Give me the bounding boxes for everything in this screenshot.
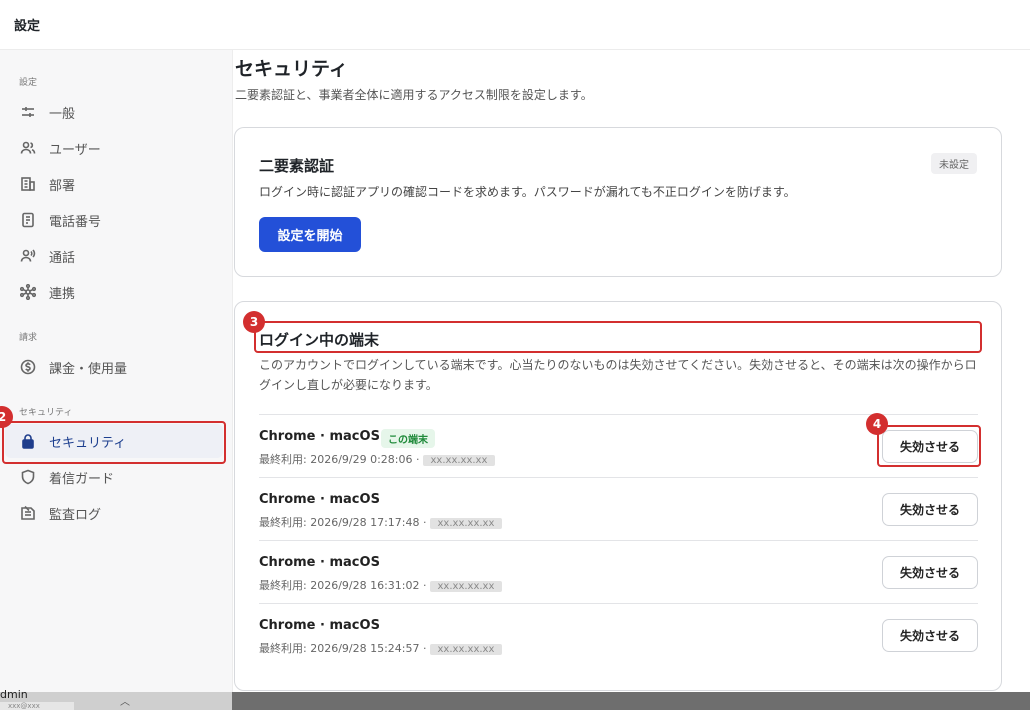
revoke-device-button[interactable]: 失効させる (882, 619, 978, 652)
sidebar-item-label: 監査ログ (49, 507, 102, 523)
device-last-used: 最終利用: 2026/9/28 15:24:57 · xx.xx.xx.xx (259, 640, 503, 656)
revoke-device-button[interactable]: 失効させる (882, 493, 978, 526)
ip-address: xx.xx.xx.xx (429, 518, 503, 529)
device-last-used: 最終利用: 2026/9/28 16:31:02 · xx.xx.xx.xx (259, 577, 503, 593)
ip-address: xx.xx.xx.xx (429, 644, 503, 655)
sidebar-section-billing: 請求 (19, 333, 38, 343)
device-row: Chrome · macOS 最終利用: 2026/9/28 15:24:57 … (259, 603, 978, 666)
device-row: Chrome · macOS 最終利用: 2026/9/28 17:17:48 … (259, 477, 978, 540)
step-marker: 4 (866, 413, 888, 435)
sidebar-item-departments[interactable]: 部署 (5, 167, 223, 201)
chevron-up-icon: ︿ (120, 697, 130, 708)
sidebar-item-audit-log[interactable]: 監査ログ (5, 496, 223, 530)
sidebar-item-label: 課金・使用量 (49, 361, 128, 377)
users-icon (19, 139, 37, 157)
bottom-strip: dmin xxx@xxx ︿ (0, 688, 1030, 710)
sidebar-item-label: 着信ガード (49, 471, 115, 487)
integration-icon (19, 283, 37, 301)
page-subtitle: 二要素認証と、事業者全体に適用するアクセス制限を設定します。 (235, 88, 593, 102)
sidebar-item-integrations[interactable]: 連携 (5, 275, 223, 309)
top-bar: 設定 (0, 0, 1030, 50)
device-row: Chrome · macOS 最終利用: 2026/9/28 16:31:02 … (259, 540, 978, 603)
sidebar-item-users[interactable]: ユーザー (5, 131, 223, 165)
building-icon (19, 175, 37, 193)
shield-icon (19, 468, 37, 486)
sidebar-item-label: 部署 (49, 178, 76, 194)
logged-in-devices-card: ログイン中の端末 このアカウントでログインしている端末です。心当たりのないものは… (234, 301, 1002, 691)
call-voice-icon (19, 247, 37, 265)
sidebar-item-billing-usage[interactable]: 課金・使用量 (5, 350, 223, 384)
phone-list-icon (19, 211, 37, 229)
page-title: セキュリティ (235, 58, 348, 80)
current-device-badge: この端末 (381, 429, 435, 448)
sidebar-item-phone-numbers[interactable]: 電話番号 (5, 203, 223, 237)
sidebar: 設定 一般 ユーザー 部署 電話番号 通話 連携 請求 課金・使用量 セキュリテ… (0, 50, 233, 692)
sliders-icon (19, 103, 37, 121)
two-factor-title: 二要素認証 (259, 157, 335, 175)
device-name: Chrome · macOS (259, 618, 380, 633)
sidebar-item-label: 一般 (49, 106, 76, 122)
sidebar-item-call-guard[interactable]: 着信ガード (5, 460, 223, 494)
revoke-device-button[interactable]: 失効させる (882, 430, 978, 463)
user-name: dmin (0, 688, 28, 701)
two-factor-card: 二要素認証 未設定 ログイン時に認証アプリの確認コードを求めます。パスワードが漏… (234, 127, 1002, 277)
main-content: セキュリティ 二要素認証と、事業者全体に適用するアクセス制限を設定します。 二要… (234, 50, 1030, 692)
sidebar-item-label: 連携 (49, 286, 76, 302)
header-title: 設定 (14, 19, 41, 34)
status-badge: 未設定 (931, 153, 977, 174)
device-name: Chrome · macOS (259, 429, 380, 444)
sidebar-item-security[interactable]: セキュリティ (5, 424, 223, 458)
step-marker: 3 (243, 311, 265, 333)
sidebar-section-settings: 設定 (19, 78, 38, 88)
device-name: Chrome · macOS (259, 555, 380, 570)
ip-address: xx.xx.xx.xx (429, 581, 503, 592)
user-email: xxx@xxx (0, 702, 74, 710)
device-last-used: 最終利用: 2026/9/29 0:28:06 · xx.xx.xx.xx (259, 451, 496, 467)
device-last-used: 最終利用: 2026/9/28 17:17:48 · xx.xx.xx.xx (259, 514, 503, 530)
sidebar-item-label: 通話 (49, 250, 76, 266)
sidebar-item-label: ユーザー (49, 142, 101, 158)
devices-title: ログイン中の端末 (259, 331, 380, 349)
sidebar-item-label: 電話番号 (49, 214, 102, 230)
sidebar-section-security: セキュリティ (19, 408, 73, 418)
user-account-area[interactable]: dmin xxx@xxx ︿ (0, 688, 232, 710)
lock-icon (19, 432, 37, 450)
revoke-device-button[interactable]: 失効させる (882, 556, 978, 589)
sidebar-item-calls[interactable]: 通話 (5, 239, 223, 273)
start-setup-button[interactable]: 設定を開始 (259, 217, 361, 252)
sidebar-item-general[interactable]: 一般 (5, 95, 223, 129)
audit-log-icon (19, 504, 37, 522)
two-factor-description: ログイン時に認証アプリの確認コードを求めます。パスワードが漏れても不正ログインを… (259, 185, 796, 199)
device-name: Chrome · macOS (259, 492, 380, 507)
dollar-icon (19, 358, 37, 376)
ip-address: xx.xx.xx.xx (422, 455, 496, 466)
sidebar-item-label: セキュリティ (49, 435, 127, 451)
devices-description: このアカウントでログインしている端末です。心当たりのないものは失効させてください… (259, 358, 977, 392)
